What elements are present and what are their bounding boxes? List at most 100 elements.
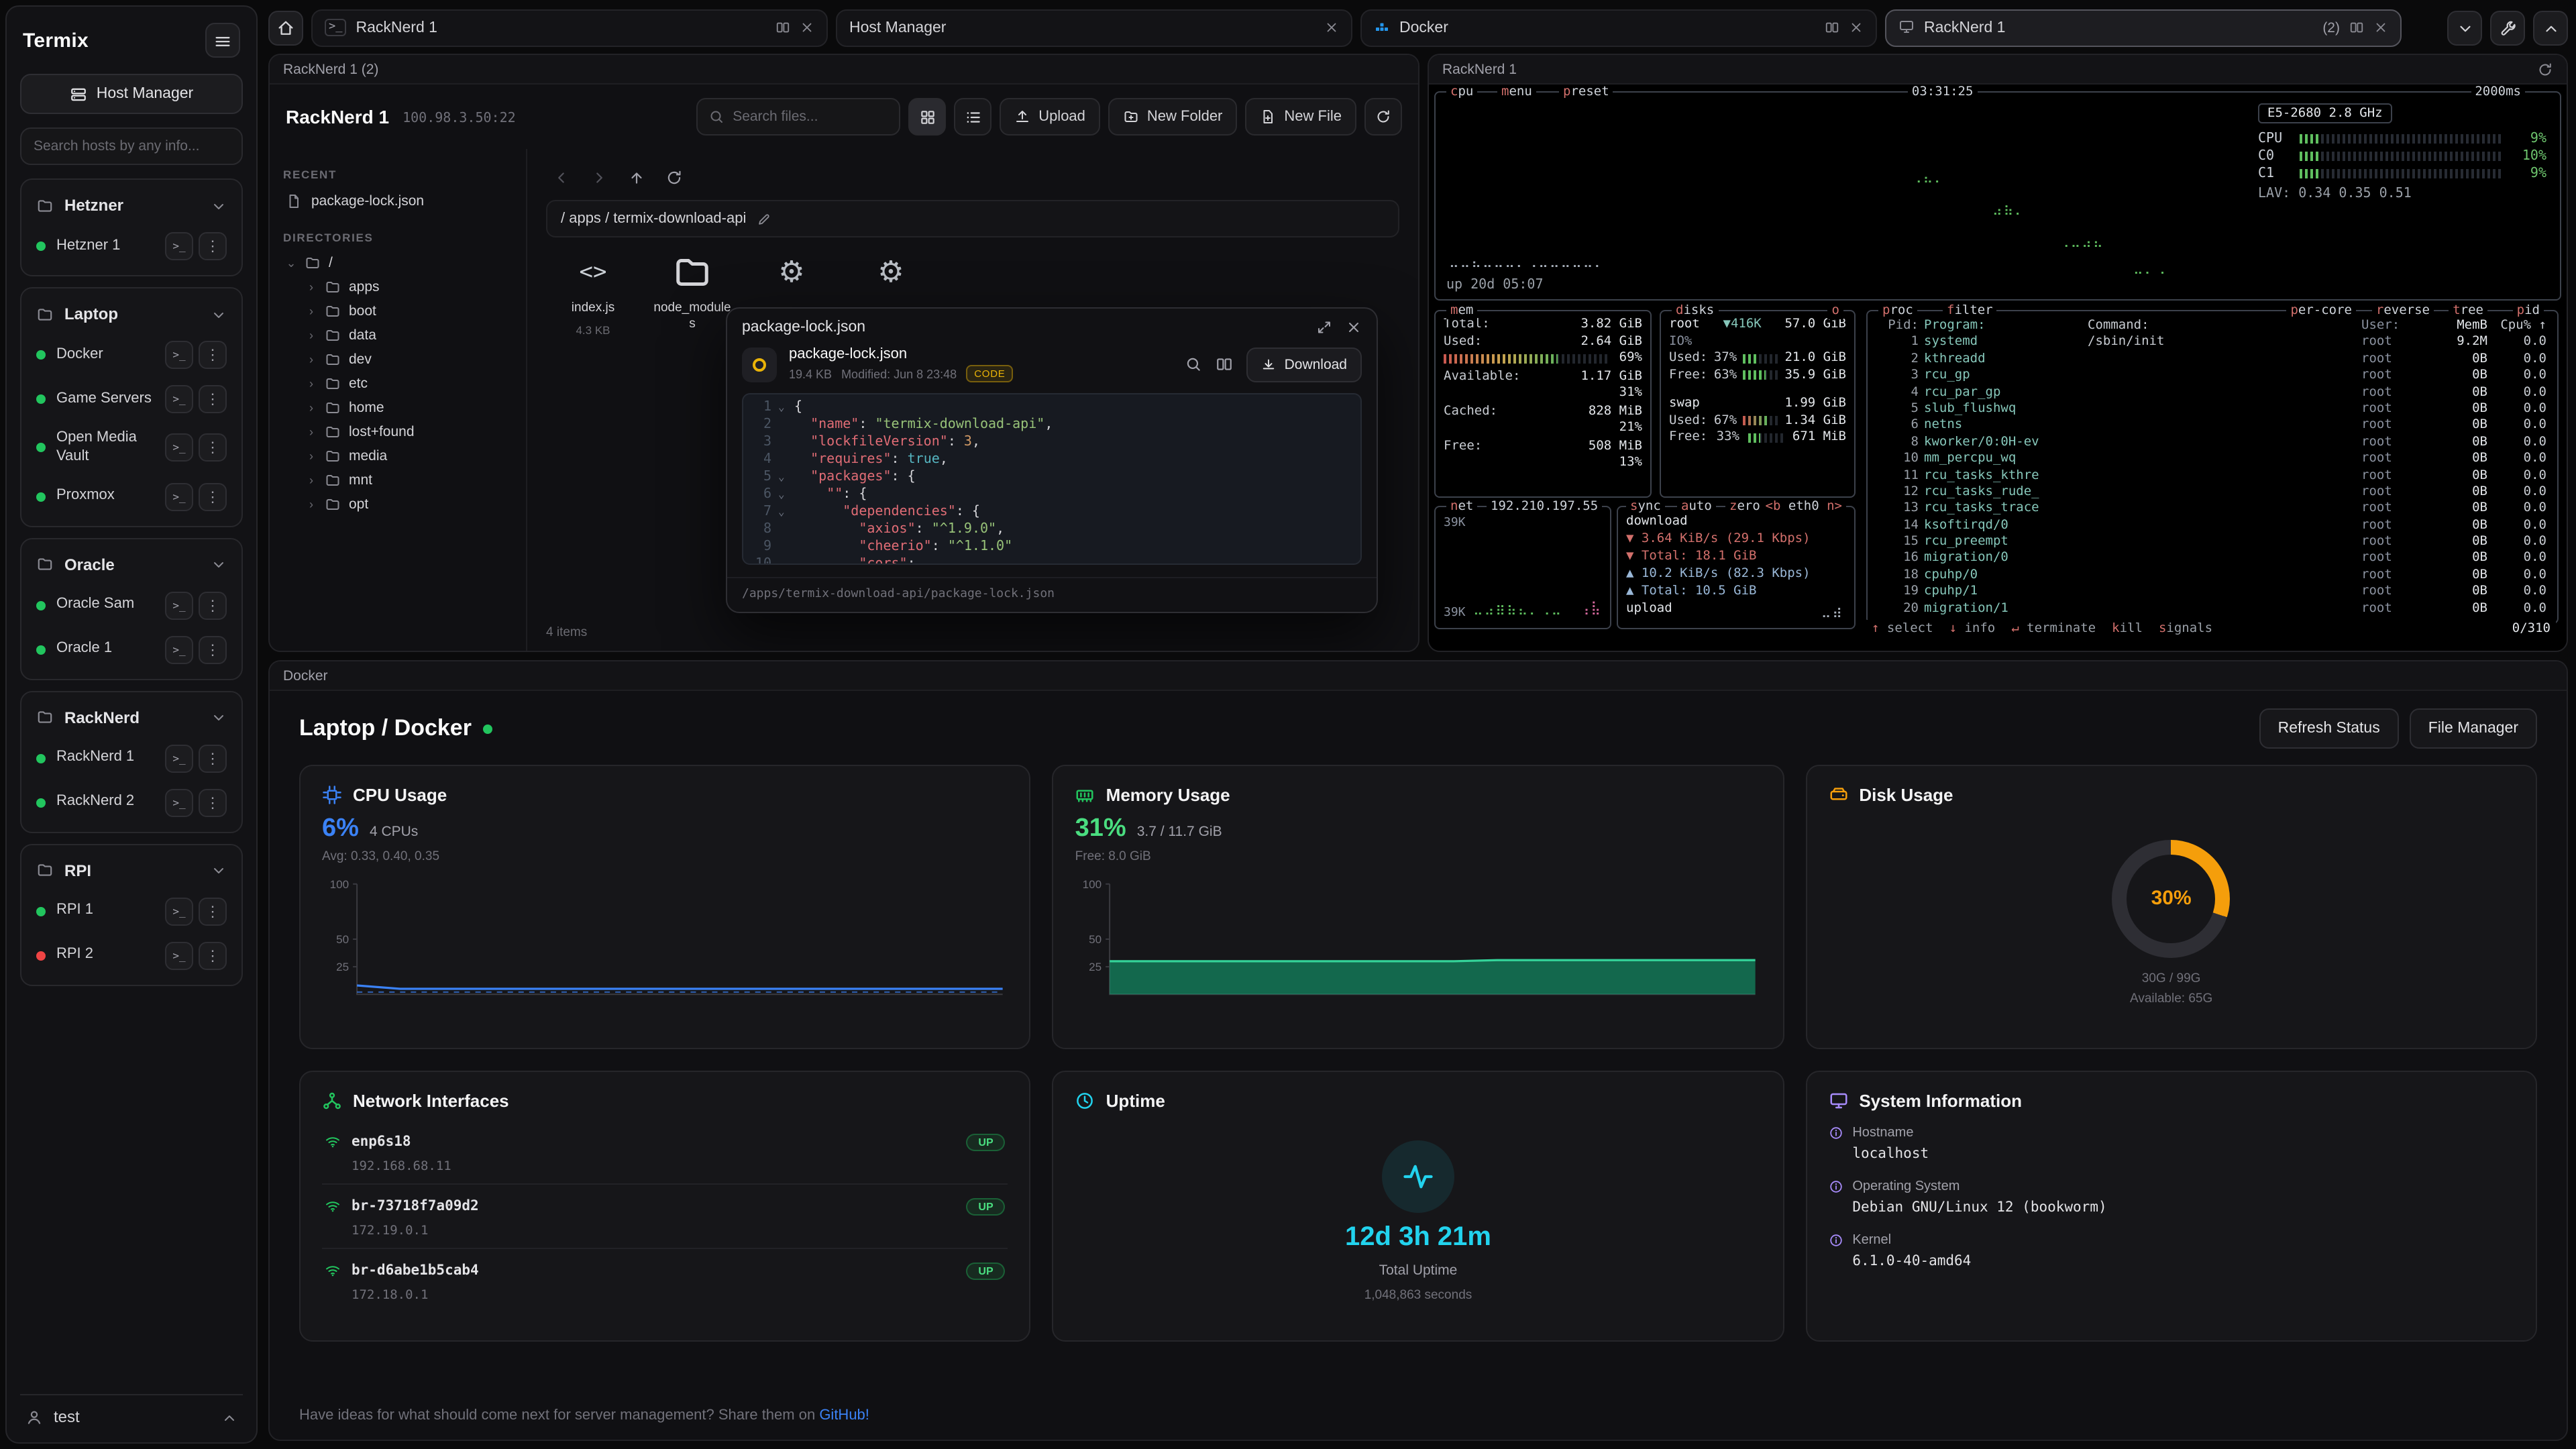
host-item[interactable]: Docker>_⋮ <box>28 333 235 377</box>
tab-split-button[interactable] <box>775 20 790 35</box>
tree-item[interactable]: ›lost+found <box>303 420 513 444</box>
host-group-header[interactable]: Hetzner <box>28 186 235 224</box>
refresh-files-button[interactable] <box>1364 98 1402 136</box>
host-menu-button[interactable]: ⋮ <box>199 385 227 413</box>
tab-split-button[interactable] <box>1825 20 1839 35</box>
process-row[interactable]: 15rcu_preemptroot0B0.0 <box>1870 534 2555 551</box>
upload-button[interactable]: Upload <box>1000 98 1100 136</box>
host-terminal-button[interactable]: >_ <box>165 635 193 663</box>
host-menu-button[interactable]: ⋮ <box>199 897 227 925</box>
process-row[interactable]: 10mm_percpu_wqroot0B0.0 <box>1870 451 2555 468</box>
edit-path-icon[interactable] <box>757 211 771 227</box>
grid-view-button[interactable] <box>908 98 946 136</box>
host-menu-button[interactable]: ⋮ <box>199 232 227 260</box>
tab-racknerd-1[interactable]: >_RackNerd 1 <box>311 9 828 46</box>
host-menu-button[interactable]: ⋮ <box>199 341 227 369</box>
file-manager-open-button[interactable]: File Manager <box>2410 708 2537 749</box>
host-terminal-button[interactable]: >_ <box>165 788 193 816</box>
preview-search-icon[interactable] <box>1185 352 1203 376</box>
host-item[interactable]: Hetzner 1>_⋮ <box>28 224 235 268</box>
process-row[interactable]: 20migration/1root0B0.0 <box>1870 600 2555 616</box>
file-item[interactable]: <>index.js4.3 KB <box>554 251 632 337</box>
tree-item[interactable]: ›media <box>303 444 513 468</box>
home-button[interactable] <box>268 10 303 45</box>
tab-docker[interactable]: Docker <box>1360 9 1877 46</box>
process-row[interactable]: 2kthreaddroot0B0.0 <box>1870 352 2555 368</box>
github-link[interactable]: GitHub! <box>819 1407 869 1424</box>
host-item[interactable]: RackNerd 2>_⋮ <box>28 780 235 824</box>
host-terminal-button[interactable]: >_ <box>165 232 193 260</box>
tabbar-expand-button[interactable] <box>2533 10 2568 45</box>
process-row[interactable]: 16migration/0root0B0.0 <box>1870 551 2555 568</box>
host-terminal-button[interactable]: >_ <box>165 385 193 413</box>
terminal-screen[interactable]: cpu menu preset 03:31:25 2000ms E5-2680 … <box>1429 85 2567 651</box>
process-row[interactable]: 6netnsroot0B0.0 <box>1870 418 2555 435</box>
host-item[interactable]: RPI 2>_⋮ <box>28 933 235 977</box>
sidebar-menu-button[interactable] <box>205 23 240 58</box>
host-menu-button[interactable]: ⋮ <box>199 635 227 663</box>
code-preview[interactable]: 1⌄{2 "name": "termix-download-api",3 "lo… <box>742 394 1362 566</box>
tree-item[interactable]: ›opt <box>303 492 513 517</box>
host-item[interactable]: Open Media Vault>_⋮ <box>28 421 235 474</box>
close-icon[interactable] <box>1346 319 1362 335</box>
host-terminal-button[interactable]: >_ <box>165 941 193 969</box>
nav-up-button[interactable] <box>621 162 651 192</box>
tree-item[interactable]: ›dev <box>303 347 513 372</box>
tab-close-button[interactable] <box>2373 20 2388 35</box>
host-menu-button[interactable]: ⋮ <box>199 434 227 462</box>
nav-refresh-button[interactable] <box>659 162 688 192</box>
process-row[interactable]: 11rcu_tasks_kthreroot0B0.0 <box>1870 468 2555 484</box>
expand-icon[interactable] <box>1316 319 1332 335</box>
new-folder-button[interactable]: New Folder <box>1108 98 1238 136</box>
host-group-header[interactable]: RackNerd <box>28 698 235 736</box>
new-file-button[interactable]: New File <box>1245 98 1356 136</box>
download-button[interactable]: Download <box>1247 347 1362 382</box>
file-item[interactable]: node_modules <box>653 251 731 337</box>
preview-view-icon[interactable] <box>1216 352 1234 376</box>
host-item[interactable]: RPI 1>_⋮ <box>28 889 235 933</box>
process-row[interactable]: 5slub_flushwqroot0B0.0 <box>1870 401 2555 418</box>
tabbar-collapse-button[interactable] <box>2447 10 2482 45</box>
process-row[interactable]: 4rcu_par_gproot0B0.0 <box>1870 384 2555 401</box>
process-row[interactable]: 19cpuhp/1root0B0.0 <box>1870 584 2555 601</box>
terminal-sync-button[interactable] <box>2537 59 2553 79</box>
process-row[interactable]: 18cpuhp/0root0B0.0 <box>1870 568 2555 584</box>
host-group-header[interactable]: RPI <box>28 851 235 889</box>
tree-item[interactable]: ›boot <box>303 299 513 323</box>
host-menu-button[interactable]: ⋮ <box>199 941 227 969</box>
host-search-input[interactable] <box>20 127 243 165</box>
host-terminal-button[interactable]: >_ <box>165 897 193 925</box>
tree-root[interactable]: ⌄/ <box>283 251 513 275</box>
tab-racknerd-1[interactable]: RackNerd 1(2) <box>1885 9 2402 46</box>
breadcrumb[interactable]: / apps / termix-download-api <box>546 200 1399 237</box>
host-menu-button[interactable]: ⋮ <box>199 744 227 772</box>
tree-item[interactable]: ›data <box>303 323 513 347</box>
recent-item[interactable]: package-lock.json <box>283 188 513 223</box>
tab-close-button[interactable] <box>1324 20 1339 35</box>
tree-item[interactable]: ›mnt <box>303 468 513 492</box>
host-terminal-button[interactable]: >_ <box>165 341 193 369</box>
host-terminal-button[interactable]: >_ <box>165 591 193 619</box>
host-group-header[interactable]: Oracle <box>28 545 235 583</box>
host-terminal-button[interactable]: >_ <box>165 744 193 772</box>
host-menu-button[interactable]: ⋮ <box>199 482 227 511</box>
process-row[interactable]: 3rcu_gproot0B0.0 <box>1870 368 2555 384</box>
nav-back-button[interactable] <box>546 162 576 192</box>
host-item[interactable]: Game Servers>_⋮ <box>28 377 235 421</box>
host-terminal-button[interactable]: >_ <box>165 434 193 462</box>
host-item[interactable]: Proxmox>_⋮ <box>28 474 235 519</box>
process-row[interactable]: 14ksoftirqd/0root0B0.0 <box>1870 517 2555 534</box>
user-menu[interactable]: test <box>20 1393 243 1429</box>
tab-split-button[interactable] <box>2349 20 2364 35</box>
tab-close-button[interactable] <box>1849 20 1864 35</box>
file-search-input[interactable] <box>733 109 888 125</box>
list-view-button[interactable] <box>954 98 991 136</box>
process-row[interactable]: 8kworker/0:0H-evroot0B0.0 <box>1870 434 2555 451</box>
host-menu-button[interactable]: ⋮ <box>199 591 227 619</box>
host-item[interactable]: RackNerd 1>_⋮ <box>28 736 235 780</box>
process-row[interactable]: 13rcu_tasks_traceroot0B0.0 <box>1870 501 2555 518</box>
process-row[interactable]: 1systemd/sbin/initroot9.2M0.0 <box>1870 335 2555 352</box>
host-item[interactable]: Oracle 1>_⋮ <box>28 627 235 672</box>
tab-host-manager[interactable]: Host Manager <box>836 9 1352 46</box>
nav-forward-button[interactable] <box>584 162 613 192</box>
